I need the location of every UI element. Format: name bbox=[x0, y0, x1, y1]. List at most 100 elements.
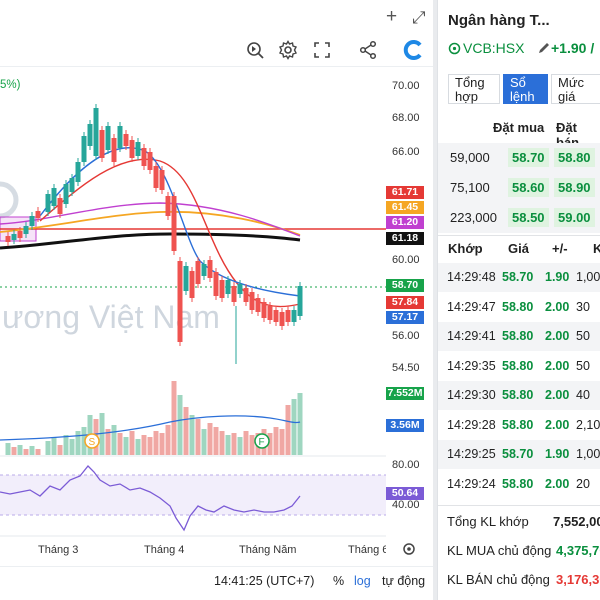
trade-row: 14:29:25 58.70 1.90 1,00 bbox=[438, 440, 600, 469]
y-tick: 70.00 bbox=[392, 80, 420, 92]
candle-body bbox=[111, 138, 117, 162]
price-change: +1.90 / bbox=[551, 40, 595, 56]
ma-orange-line bbox=[0, 210, 301, 236]
candle-body bbox=[261, 302, 267, 318]
price-chart[interactable]: ương Việt Nam S F bbox=[0, 66, 386, 541]
candle-body bbox=[171, 196, 177, 251]
price-tag-last: 58.70 bbox=[386, 279, 424, 292]
tab-overview[interactable]: Tổng hợp bbox=[448, 74, 500, 104]
candle-body bbox=[23, 226, 29, 234]
candle-body bbox=[285, 310, 291, 322]
brand-logo-icon bbox=[402, 38, 426, 62]
trade-price: 58.80 bbox=[502, 417, 534, 432]
trade-time: 14:29:48 bbox=[447, 270, 496, 284]
volume-bar bbox=[171, 381, 177, 455]
auto-toggle[interactable]: tự động bbox=[382, 574, 425, 588]
candle-body bbox=[231, 286, 237, 302]
trade-row: 14:29:48 58.70 1.90 1,00 bbox=[438, 263, 600, 292]
volume-bar bbox=[11, 447, 17, 455]
volume-bar bbox=[207, 423, 213, 455]
percent-toggle[interactable]: % bbox=[333, 574, 344, 588]
volume-bar bbox=[63, 435, 69, 455]
rsi-tick: 40.00 bbox=[392, 499, 420, 511]
candle-body bbox=[99, 130, 105, 158]
summary-row: KL BÁN chủ động 3,176,30 bbox=[447, 572, 600, 587]
fullscreen-icon[interactable] bbox=[310, 38, 334, 62]
candle-body bbox=[237, 284, 243, 294]
candle-body bbox=[87, 124, 93, 146]
trade-price: 58.80 bbox=[502, 329, 534, 343]
share-icon[interactable] bbox=[356, 38, 380, 62]
volume-bar bbox=[45, 441, 51, 455]
gear-icon[interactable] bbox=[276, 38, 300, 62]
candle-body bbox=[129, 140, 135, 158]
candle-body bbox=[273, 310, 279, 322]
volume-bar bbox=[159, 433, 165, 455]
volume-bar bbox=[51, 437, 57, 455]
candle-body bbox=[29, 216, 35, 226]
volume-bar bbox=[23, 449, 29, 455]
candle-body bbox=[123, 134, 129, 146]
volume-bar bbox=[147, 437, 153, 455]
orderbook-row: 59,000 58.70 58.80 bbox=[438, 143, 600, 173]
trade-change: 2.00 bbox=[545, 358, 570, 373]
trade-row: 14:29:30 58.80 2.00 40 bbox=[438, 381, 600, 410]
tab-price-levels[interactable]: Mức giá bbox=[551, 74, 600, 104]
summary-row: Tổng KL khớp 7,552,00 bbox=[447, 514, 600, 529]
candle-body bbox=[207, 260, 213, 278]
log-toggle[interactable]: log bbox=[354, 574, 371, 588]
watermark: ương Việt Nam bbox=[2, 299, 220, 335]
chart-footer: 14:41:25 (UTC+7) % log tự động bbox=[0, 566, 433, 595]
volume-bar bbox=[297, 393, 303, 455]
clock-label: 14:41:25 (UTC+7) bbox=[214, 574, 315, 588]
ticker-label[interactable]: VCB:HSX bbox=[463, 40, 524, 56]
candle-body bbox=[249, 292, 255, 310]
volume-bar bbox=[129, 431, 135, 455]
trade-change: 2.00 bbox=[545, 388, 570, 402]
volume-bar bbox=[273, 427, 279, 455]
candle-body bbox=[69, 178, 75, 192]
candle-body bbox=[45, 194, 51, 212]
volume-bar bbox=[225, 435, 231, 455]
candle-body bbox=[75, 162, 81, 182]
trade-price: 58.80 bbox=[502, 299, 534, 314]
volume-ma-line bbox=[0, 415, 301, 441]
trade-change: 1.90 bbox=[545, 270, 570, 284]
add-panel-button[interactable]: + bbox=[386, 6, 397, 28]
chart-panel[interactable]: + ⤢ 5%) ương Việt Nam S F 70.00 68.00 66.0… bbox=[0, 0, 433, 600]
x-month-label: Tháng 3 bbox=[38, 544, 79, 556]
volume-bar bbox=[219, 431, 225, 455]
volume-bar bbox=[249, 435, 255, 455]
trade-price: 58.80 bbox=[502, 388, 534, 402]
rsi-band bbox=[0, 475, 386, 515]
candle-body bbox=[225, 280, 231, 294]
axis-settings-icon[interactable] bbox=[402, 542, 416, 561]
zoom-cursor-icon[interactable] bbox=[243, 38, 267, 62]
volume-bar bbox=[5, 443, 11, 455]
tab-order-book[interactable]: Sổ lệnh bbox=[503, 74, 548, 104]
candle-body bbox=[105, 126, 111, 150]
trade-vol: 1,00 bbox=[576, 270, 600, 284]
expand-panel-button[interactable]: ⤢ bbox=[412, 8, 426, 28]
candle-body bbox=[141, 148, 147, 166]
summary-row: KL MUA chủ động 4,375,70 bbox=[447, 543, 600, 558]
rsi-tick: 80.00 bbox=[392, 459, 420, 471]
candle-body bbox=[159, 170, 165, 190]
candle-body bbox=[81, 136, 87, 162]
edit-icon[interactable] bbox=[537, 41, 551, 60]
volume-bar bbox=[189, 415, 195, 455]
candle-body bbox=[57, 198, 63, 214]
symbol-name: Ngân hàng T... bbox=[448, 12, 550, 29]
trade-vol: 20 bbox=[576, 476, 590, 491]
volume-tag: 7.552M bbox=[386, 387, 424, 400]
trade-change: 2.00 bbox=[545, 476, 570, 491]
candle-body bbox=[291, 310, 297, 322]
trade-time: 14:29:25 bbox=[447, 447, 496, 461]
trade-time: 14:29:47 bbox=[447, 299, 496, 314]
y-tick: 66.00 bbox=[392, 146, 420, 158]
volume-bar bbox=[165, 425, 171, 455]
candle-body bbox=[201, 264, 207, 276]
volume-bar bbox=[35, 449, 41, 455]
candle-body bbox=[63, 184, 69, 204]
candle-body bbox=[297, 286, 303, 316]
